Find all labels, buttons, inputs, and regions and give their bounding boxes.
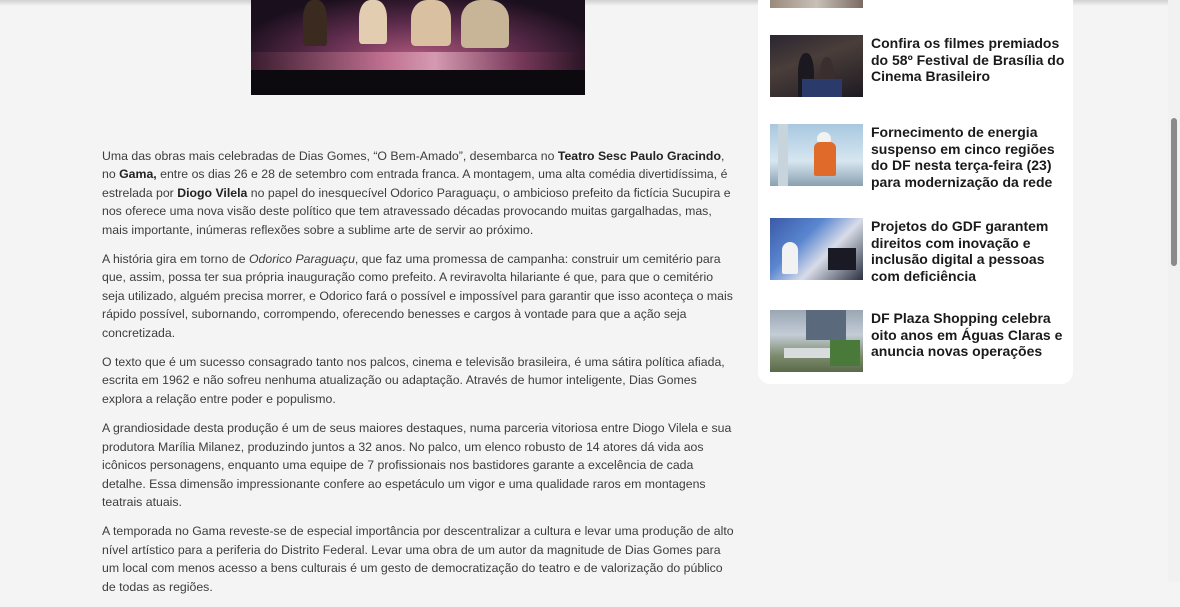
news-headline[interactable]: Projetos do GDF garantem direitos com in… (871, 218, 1067, 284)
article-paragraph-4: A grandiosidade desta produção é um de s… (102, 421, 732, 509)
news-item[interactable]: Projetos do GDF garantem direitos com in… (770, 218, 1070, 288)
article-body: Uma das obras mais celebradas de Dias Go… (102, 147, 738, 607)
news-thumbnail[interactable] (770, 35, 863, 97)
related-news-sidebar: Confira os filmes premiados do 58º Festi… (758, 0, 1073, 384)
news-thumbnail[interactable] (770, 310, 863, 372)
article-paragraph-5: A temporada no Gama reveste-se de especi… (102, 524, 734, 594)
article-paragraph-2: A história gira em torno de Odorico Para… (102, 252, 733, 340)
article-paragraph-3: O texto que é um sucesso consagrado tant… (102, 355, 725, 406)
news-thumbnail[interactable] (770, 124, 863, 186)
article-hero-image (251, 0, 585, 95)
article-paragraph-1: Uma das obras mais celebradas de Dias Go… (102, 149, 731, 237)
news-headline[interactable]: Fornecimento de energia suspenso em cinc… (871, 124, 1067, 190)
news-thumbnail[interactable] (770, 0, 863, 8)
news-thumbnail[interactable] (770, 218, 863, 280)
news-item[interactable]: Confira os filmes premiados do 58º Festi… (770, 35, 1070, 105)
news-headline[interactable]: Confira os filmes premiados do 58º Festi… (871, 35, 1067, 85)
news-item[interactable]: Fornecimento de energia suspenso em cinc… (770, 124, 1070, 194)
news-item[interactable]: DF Plaza Shopping celebra oito anos em Á… (770, 310, 1070, 380)
scrollbar-thumb[interactable] (1171, 118, 1177, 266)
news-headline[interactable]: DF Plaza Shopping celebra oito anos em Á… (871, 310, 1067, 360)
scrollbar[interactable] (1168, 0, 1180, 582)
